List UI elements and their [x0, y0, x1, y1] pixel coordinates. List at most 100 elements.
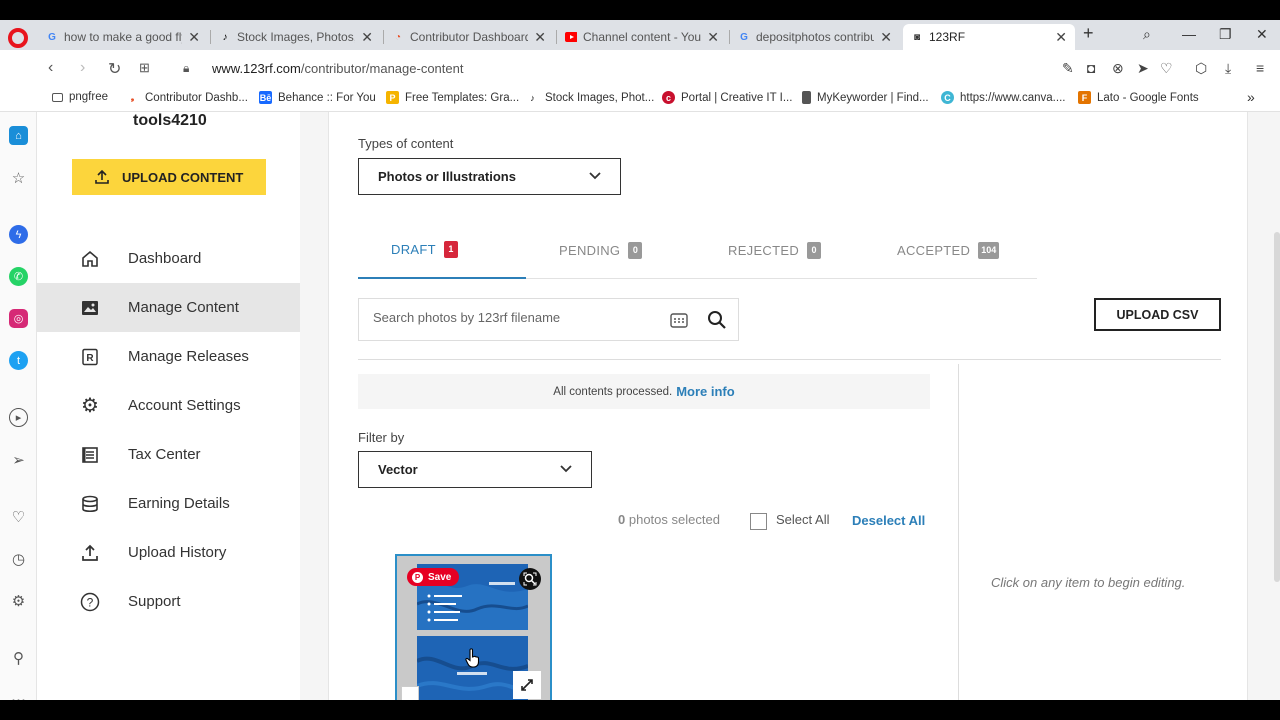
send-icon[interactable]: ➢: [9, 450, 28, 469]
screen: G how to make a good fly ✕ ♪ Stock Image…: [0, 0, 1280, 720]
selection-count: 0 photos selected: [618, 512, 720, 527]
canva-icon: C: [941, 91, 954, 104]
bookmark[interactable]: F Lato - Google Fonts: [1078, 91, 1199, 104]
processing-notice: All contents processed. More info: [358, 374, 930, 409]
pinterest-save-button[interactable]: P Save: [407, 568, 459, 586]
search-tabs-icon[interactable]: ⌕: [1143, 26, 1151, 43]
select-all-checkbox[interactable]: [750, 513, 767, 530]
url-field[interactable]: www.123rf.com/contributor/manage-content: [212, 61, 463, 76]
reload-icon[interactable]: ↻: [108, 59, 121, 79]
upload-csv-button[interactable]: UPLOAD CSV: [1094, 298, 1221, 331]
close-tab-icon[interactable]: ✕: [534, 29, 546, 46]
minimize-icon[interactable]: —: [1182, 26, 1196, 42]
more-bookmarks-icon[interactable]: »: [1247, 89, 1255, 105]
new-tab-icon[interactable]: +: [1083, 23, 1094, 44]
adblock-icon[interactable]: ⊗: [1112, 60, 1124, 77]
bookmark[interactable]: ❟ Contributor Dashb...: [126, 91, 248, 104]
download-icon[interactable]: ⤓: [1225, 60, 1231, 77]
tab-rejected[interactable]: REJECTED 0: [728, 222, 822, 279]
browser-tab[interactable]: Channel content - YouTu ✕: [557, 24, 727, 50]
heart-icon[interactable]: ♡: [9, 507, 28, 526]
home-icon: [79, 248, 101, 270]
scrollbar[interactable]: [1274, 232, 1280, 582]
browser-tab[interactable]: G depositphotos contribut ✕: [730, 24, 900, 50]
player-icon[interactable]: ▸: [9, 408, 28, 427]
twitter-icon[interactable]: t: [9, 351, 28, 370]
history-icon[interactable]: ◷: [9, 549, 28, 568]
settings-icon[interactable]: ⚙: [9, 591, 28, 610]
sidebar-item-earning-details[interactable]: Earning Details: [37, 479, 300, 528]
lock-icon[interactable]: 🔒︎: [183, 61, 189, 76]
bookmark[interactable]: MyKeyworder | Find...: [802, 91, 929, 104]
bookmark-star-icon[interactable]: ☆: [9, 168, 28, 187]
content-thumbnail[interactable]: P Save: [395, 554, 552, 700]
filter-select[interactable]: Vector: [358, 451, 592, 488]
close-window-icon[interactable]: ✕: [1256, 26, 1268, 43]
camera-icon[interactable]: ◘: [1087, 60, 1095, 76]
thumbnail-checkbox[interactable]: [401, 686, 419, 700]
restore-icon[interactable]: ❐: [1219, 26, 1232, 43]
instagram-icon[interactable]: ◎: [9, 309, 28, 328]
doc-icon: [802, 91, 811, 104]
bookmark[interactable]: P Free Templates: Gra...: [386, 91, 519, 104]
search-input[interactable]: [373, 310, 653, 325]
creative-it-icon: c: [662, 91, 675, 104]
123rf-icon: ◙: [913, 31, 921, 43]
select-all-label[interactable]: Select All: [776, 512, 829, 527]
bookmark[interactable]: c Portal | Creative IT I...: [662, 91, 792, 104]
tab-grid-icon[interactable]: ⊞: [139, 60, 150, 76]
browser-tab-active[interactable]: ◙ 123RF ✕: [903, 24, 1075, 50]
tab-accepted[interactable]: ACCEPTED 104: [897, 222, 1000, 279]
close-tab-icon[interactable]: ✕: [188, 29, 200, 46]
back-icon[interactable]: ‹: [48, 59, 53, 77]
bookmark[interactable]: pngfree: [52, 91, 108, 103]
edit-icon[interactable]: ✎: [1062, 60, 1074, 77]
upload-content-button[interactable]: UPLOAD CONTENT: [72, 159, 266, 195]
close-tab-icon[interactable]: ✕: [1055, 29, 1067, 46]
lens-search-icon[interactable]: [519, 568, 541, 590]
tab-bar: G how to make a good fly ✕ ♪ Stock Image…: [0, 20, 1280, 50]
more-info-link[interactable]: More info: [676, 384, 735, 399]
sidebar-item-account-settings[interactable]: ⚙ Account Settings: [37, 381, 300, 430]
sidebar-item-tax-center[interactable]: Tax Center: [37, 430, 300, 479]
sidebar-item-manage-releases[interactable]: R Manage Releases: [37, 332, 300, 381]
sidebar-item-support[interactable]: ? Support: [37, 577, 300, 626]
bookmark[interactable]: ♪ Stock Images, Phot...: [526, 91, 654, 104]
bookmark[interactable]: Chttps://www.canva....: [941, 91, 1065, 104]
send-icon[interactable]: ➤: [1137, 60, 1149, 77]
menu-icon[interactable]: ≡: [1256, 60, 1264, 76]
opera-logo-icon[interactable]: [8, 28, 28, 48]
calendar-icon[interactable]: [670, 312, 688, 328]
sidebar-item-dashboard[interactable]: Dashboard: [37, 234, 300, 283]
pikbest-icon: P: [386, 91, 399, 104]
hand-cursor-icon: [465, 648, 480, 668]
forward-icon[interactable]: ›: [80, 59, 85, 77]
browser-tab[interactable]: ◔ Contributor Dashboard ✕: [384, 24, 554, 50]
heart-icon[interactable]: ♡: [1160, 60, 1173, 77]
close-tab-icon[interactable]: ✕: [880, 29, 892, 46]
cube-icon[interactable]: ⬡: [1195, 60, 1207, 77]
lightbulb-icon[interactable]: ⚲: [9, 648, 28, 667]
chevron-down-icon: [589, 172, 601, 180]
whatsapp-icon[interactable]: ✆: [9, 267, 28, 286]
close-tab-icon[interactable]: ✕: [361, 29, 373, 46]
sidebar-item-manage-content[interactable]: Manage Content: [37, 283, 300, 332]
browser-tab[interactable]: ♪ Stock Images, Photos, V ✕: [211, 24, 381, 50]
123rf-icon: ❟: [130, 92, 135, 102]
browser-window: G how to make a good fly ✕ ♪ Stock Image…: [0, 20, 1280, 700]
types-select[interactable]: Photos or Illustrations: [358, 158, 621, 195]
more-icon[interactable]: ⋯: [9, 690, 28, 701]
tab-draft[interactable]: DRAFT 1: [358, 222, 526, 279]
count-badge: 0: [807, 242, 822, 259]
speed-dial-icon[interactable]: ⌂: [9, 126, 28, 145]
messenger-icon[interactable]: ϟ: [9, 225, 28, 244]
sidebar-item-upload-history[interactable]: Upload History: [37, 528, 300, 577]
bookmark[interactable]: Bē Behance :: For You: [259, 91, 376, 104]
bookmarks-bar: pngfree ❟ Contributor Dashb... Bē Behance …: [0, 86, 1280, 112]
search-icon[interactable]: [707, 310, 727, 330]
close-tab-icon[interactable]: ✕: [707, 29, 719, 46]
tab-pending[interactable]: PENDING 0: [559, 222, 643, 279]
browser-tab[interactable]: G how to make a good fly ✕: [38, 24, 208, 50]
expand-icon[interactable]: [513, 671, 541, 699]
deselect-all-link[interactable]: Deselect All: [852, 513, 925, 528]
